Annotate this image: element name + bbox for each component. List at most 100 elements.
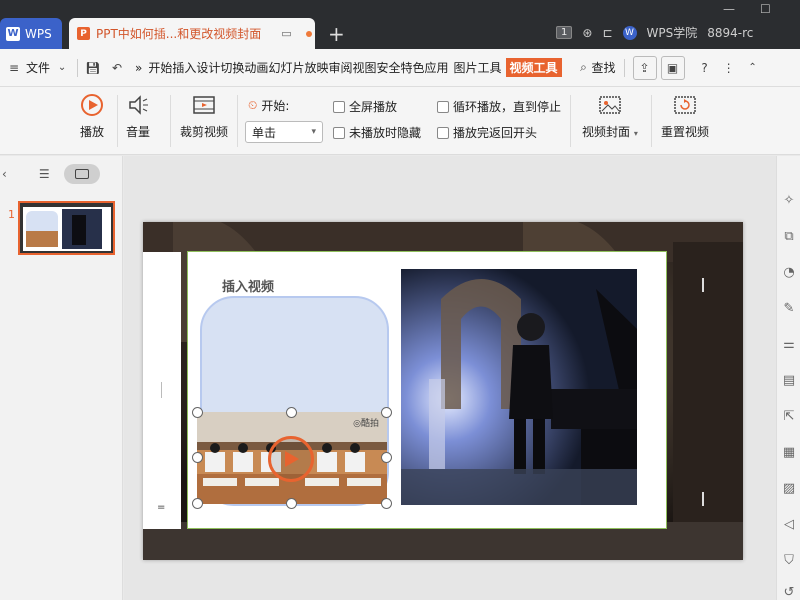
hide-when-not-playing-checkbox[interactable]: 未播放时隐藏 xyxy=(333,124,421,141)
start-mode-select[interactable]: 单击 ▾ xyxy=(245,121,323,143)
menu-file[interactable]: 文件 xyxy=(26,59,50,76)
search-icon[interactable]: ⌕ xyxy=(576,56,592,80)
resize-handle-bottom[interactable] xyxy=(286,498,297,509)
undo-icon[interactable]: ↶ xyxy=(105,56,129,80)
rewind-checkbox[interactable]: 播放完返回开头 xyxy=(437,124,537,141)
maximize-window-icon[interactable]: ☐ xyxy=(760,2,771,16)
concert-photo[interactable] xyxy=(401,269,637,505)
resize-handle-bottom-left[interactable] xyxy=(192,498,203,509)
chevron-down-icon: ▾ xyxy=(633,129,638,138)
tab-wps-label: WPS xyxy=(25,26,52,41)
resize-handle-bottom-right[interactable] xyxy=(381,498,392,509)
share-circle-icon[interactable]: ⊛ xyxy=(582,26,592,40)
save-icon[interactable]: 💾︎ xyxy=(81,56,105,80)
replace-icon[interactable]: ⧉ xyxy=(781,228,797,244)
paint-icon[interactable]: ✎ xyxy=(781,300,797,316)
resize-handle-top-left[interactable] xyxy=(192,407,203,418)
play-button[interactable]: 播放 xyxy=(80,93,104,140)
audio-icon[interactable]: ◁ xyxy=(781,516,797,532)
divider xyxy=(77,58,79,77)
image-gallery-icon[interactable]: ▤ xyxy=(781,372,797,388)
slide-title[interactable]: 插入视频 xyxy=(222,276,274,295)
hide-when-not-playing-label: 未播放时隐藏 xyxy=(349,126,422,140)
volume-button[interactable]: 音量 xyxy=(126,93,150,140)
start-label-row: ⏲ 开始: xyxy=(248,97,289,114)
chevron-left-icon[interactable]: ‹ xyxy=(2,167,7,181)
collapse-ribbon-icon[interactable]: ⌃ xyxy=(741,56,765,80)
reset-video-label: 重置视频 xyxy=(661,125,710,139)
speaker-icon xyxy=(129,95,148,115)
fullscreen-label: 全屏播放 xyxy=(349,100,398,114)
minimize-window-icon[interactable]: — xyxy=(723,2,735,16)
checkbox-box[interactable] xyxy=(333,126,345,139)
image-frame-icon xyxy=(599,96,621,114)
menu-insert[interactable]: 插入 xyxy=(172,59,196,76)
video-play-button[interactable] xyxy=(268,436,314,482)
start-mode-value: 单击 xyxy=(252,125,277,140)
wps-academy-icon: W xyxy=(622,25,637,40)
chevron-down-icon[interactable]: ⌄ xyxy=(50,56,74,80)
menu-review[interactable]: 审阅 xyxy=(328,59,352,76)
checkbox-box[interactable] xyxy=(333,100,345,113)
monitor-icon[interactable]: ▭ xyxy=(281,27,291,40)
slide-number: 1 xyxy=(8,208,15,221)
hamburger-menu-icon[interactable]: ≡ xyxy=(2,56,26,80)
share-icon[interactable]: ⇪ xyxy=(632,55,657,80)
menu-transitions[interactable]: 切换 xyxy=(220,59,244,76)
tab-document[interactable]: P PPT中如何插...和更改视频封面 ▭ xyxy=(69,18,315,49)
help-icon[interactable]: ? xyxy=(693,56,717,80)
reset-video-button[interactable]: 重置视频 xyxy=(661,93,709,140)
menu-video-tools[interactable]: 视频工具 xyxy=(505,58,562,77)
menu-view[interactable]: 视图 xyxy=(352,59,376,76)
clock-play-icon: ⏲ xyxy=(248,98,258,112)
picture-icon[interactable]: ▨ xyxy=(781,480,797,496)
vertical-scrollbar[interactable] xyxy=(766,156,776,600)
resize-handle-top-right[interactable] xyxy=(381,407,392,418)
slide-thumbnail-1[interactable] xyxy=(18,201,115,255)
video-cover-button[interactable]: 视频封面 ▾ xyxy=(582,93,638,140)
shapes-icon[interactable]: ◔ xyxy=(781,264,797,280)
resize-handle-right[interactable] xyxy=(381,452,392,463)
minimize-panel-icon[interactable]: ⊏ xyxy=(602,26,612,40)
window-count-badge[interactable]: 1 xyxy=(556,26,573,39)
comment-icon[interactable]: ▣ xyxy=(660,55,685,80)
menu-design[interactable]: 设计 xyxy=(196,59,220,76)
divider xyxy=(170,95,171,147)
menu-slideshow[interactable]: 幻灯片放映 xyxy=(268,59,328,76)
checkbox-box[interactable] xyxy=(437,100,449,113)
table-icon[interactable]: ▦ xyxy=(781,444,797,460)
new-tab-button[interactable]: + xyxy=(328,22,345,46)
tab-wps-home[interactable]: W WPS xyxy=(0,18,62,49)
pin-icon[interactable]: ✧ xyxy=(781,192,797,208)
account-label[interactable]: 8894-rc xyxy=(707,26,753,40)
menu-special-apps[interactable]: 特色应用 xyxy=(401,59,449,76)
ribbon: 播放 音量 裁剪视频 ⏲ 开始: 单击 ▾ 全屏播放 未播放时隐藏 循环播放，直… xyxy=(0,87,800,155)
fullscreen-checkbox[interactable]: 全屏播放 xyxy=(333,98,397,115)
search-button[interactable]: 查找 xyxy=(592,59,616,76)
resize-handle-left[interactable] xyxy=(192,452,203,463)
trim-video-label: 裁剪视频 xyxy=(180,125,229,139)
loop-checkbox[interactable]: 循环播放，直到停止 xyxy=(437,98,561,115)
checkbox-box[interactable] xyxy=(437,126,449,139)
menu-animations[interactable]: 动画 xyxy=(244,59,268,76)
settings-sliders-icon[interactable]: ⚌ xyxy=(781,336,797,352)
more-menu-icon[interactable]: » xyxy=(135,61,142,75)
play-circle-icon xyxy=(81,94,103,116)
thumbnail-view-button[interactable] xyxy=(63,164,100,184)
film-trim-icon xyxy=(193,96,215,114)
slide-thumbnail-panel: ‹ ☰ 1 xyxy=(0,156,123,600)
menu-security[interactable]: 安全 xyxy=(376,59,400,76)
export-icon[interactable]: ⇱ xyxy=(781,408,797,424)
shield-icon[interactable]: ⛉ xyxy=(781,552,797,568)
history-icon[interactable]: ↺ xyxy=(781,584,797,600)
rewind-label: 播放完返回开头 xyxy=(453,126,538,140)
menu-home[interactable]: 开始 xyxy=(148,59,172,76)
trim-video-button[interactable]: 裁剪视频 xyxy=(180,93,228,140)
resize-handle-top[interactable] xyxy=(286,407,297,418)
thumb-photo xyxy=(62,209,102,249)
outline-view-icon[interactable]: ☰ xyxy=(39,167,50,181)
menu-picture-tools[interactable]: 图片工具 xyxy=(454,59,502,76)
more-options-icon[interactable]: ⋮ xyxy=(717,56,741,80)
thumb-video xyxy=(26,231,58,247)
wps-academy-link[interactable]: WPS学院 xyxy=(647,24,698,41)
